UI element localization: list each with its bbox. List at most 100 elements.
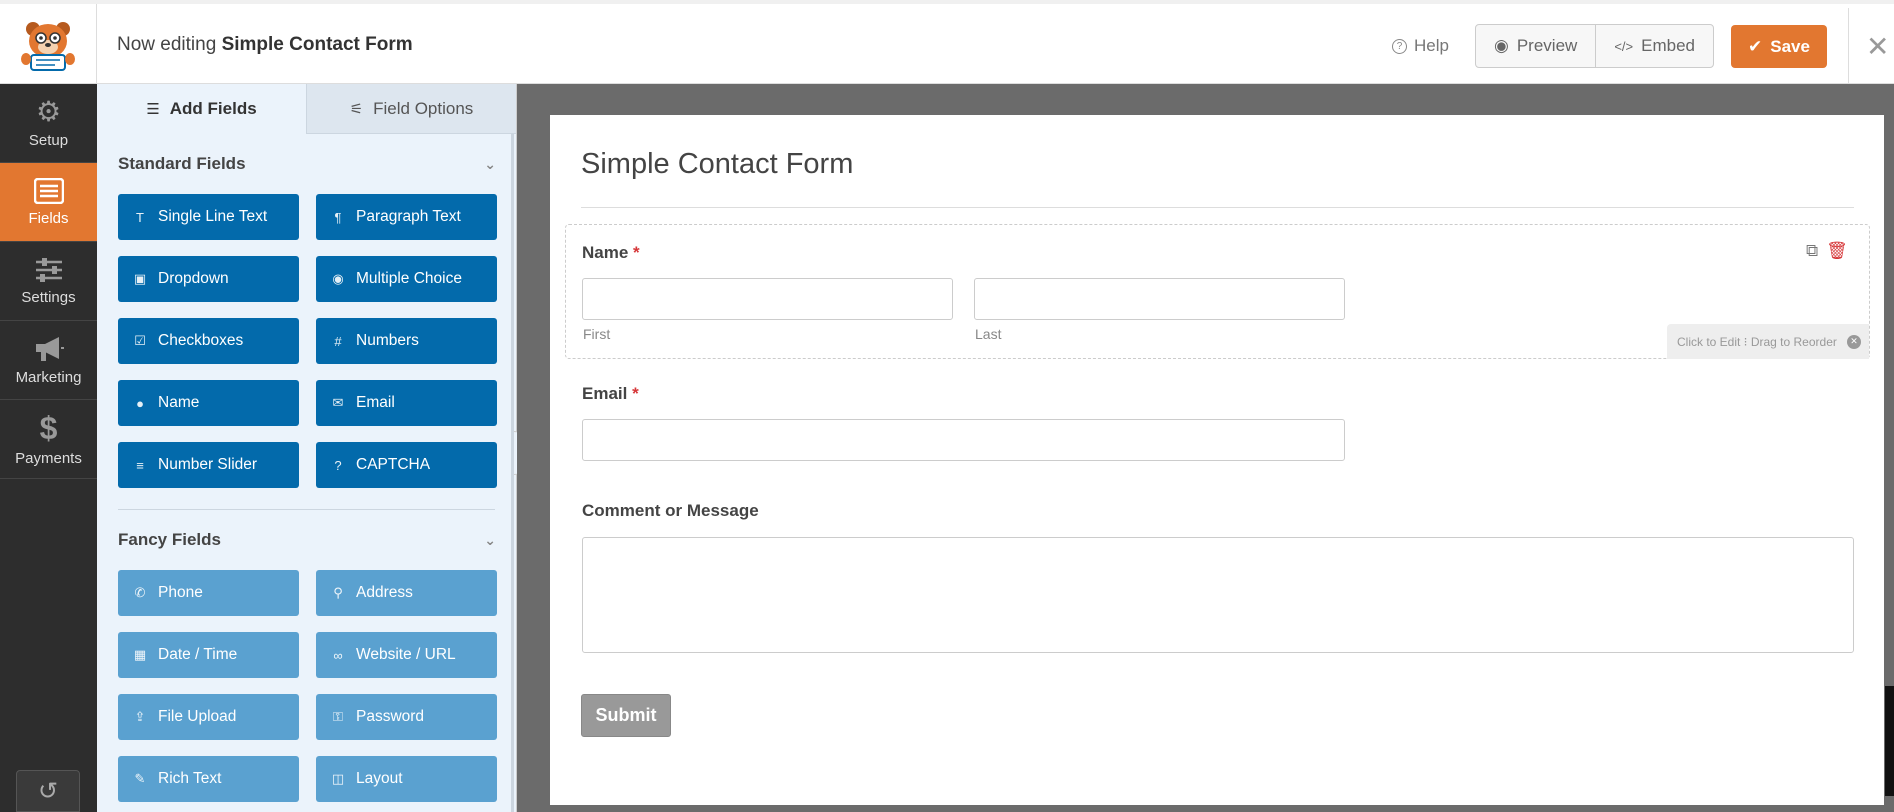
phone-icon: ✆ bbox=[134, 585, 146, 600]
field-button-paragraph-text[interactable]: ¶ Paragraph Text bbox=[316, 194, 497, 240]
sidebar-item-label: Fields bbox=[28, 209, 69, 227]
dollar-icon: $ bbox=[39, 409, 58, 446]
map-pin-icon: ⚲ bbox=[333, 585, 343, 600]
field-button-checkboxes[interactable]: ☑ Checkboxes bbox=[118, 318, 299, 364]
required-asterisk: * bbox=[632, 384, 639, 403]
preview-button[interactable]: ◉ Preview bbox=[1476, 25, 1595, 67]
chevron-down-icon: ⌄ bbox=[484, 531, 496, 548]
preview-embed-group: ◉ Preview </> Embed bbox=[1475, 24, 1714, 68]
field-label: Layout bbox=[356, 770, 403, 787]
field-button-numbers[interactable]: # Numbers bbox=[316, 318, 497, 364]
close-hint-icon[interactable]: ✕ bbox=[1847, 334, 1861, 349]
editing-prefix: Now editing bbox=[117, 34, 217, 55]
required-asterisk: * bbox=[633, 243, 640, 262]
editing-title: Now editing Simple Contact Form bbox=[117, 34, 413, 56]
slider-icon: ≡ bbox=[136, 457, 144, 473]
embed-button[interactable]: </> Embed bbox=[1595, 25, 1713, 67]
field-button-rich-text[interactable]: ✎ Rich Text bbox=[118, 756, 299, 802]
section-title: Standard Fields bbox=[118, 154, 246, 173]
field-button-name[interactable]: ● Name bbox=[118, 380, 299, 426]
field-button-website-url[interactable]: ∞ Website / URL bbox=[316, 632, 497, 678]
standard-fields-grid: T Single Line Text ¶ Paragraph Text ▣ Dropd… bbox=[97, 194, 516, 488]
field-button-number-slider[interactable]: ≡ Number Slider bbox=[118, 442, 299, 488]
list-icon bbox=[33, 177, 64, 204]
field-button-dropdown[interactable]: ▣ Dropdown bbox=[118, 256, 299, 302]
sidebar-item-setup[interactable]: ⚙ Setup bbox=[0, 84, 97, 163]
last-name-input[interactable] bbox=[974, 278, 1345, 320]
form-title: Simple Contact Form bbox=[581, 148, 854, 180]
sidebar-item-payments[interactable]: $ Payments bbox=[0, 400, 97, 479]
wpforms-logo bbox=[0, 4, 97, 84]
code-icon: </> bbox=[1614, 38, 1634, 54]
duplicate-icon[interactable]: ⧉ bbox=[1806, 241, 1818, 261]
sidebar-item-marketing[interactable]: Marketing bbox=[0, 321, 97, 400]
standard-fields-toggle[interactable]: Standard Fields ⌄ bbox=[97, 134, 516, 194]
field-label: Dropdown bbox=[158, 270, 229, 287]
close-icon[interactable]: ✕ bbox=[1866, 30, 1889, 63]
tab-field-options[interactable]: ⚟ Field Options bbox=[307, 84, 516, 134]
fancy-fields-grid: ✆ Phone ⚲ Address ▦ Date / Time ∞ Website / … bbox=[97, 570, 516, 802]
form-name: Simple Contact Form bbox=[221, 34, 413, 55]
field-label: Email bbox=[356, 394, 395, 411]
hash-icon: # bbox=[334, 333, 342, 349]
first-sublabel: First bbox=[583, 326, 611, 342]
field-label: Single Line Text bbox=[158, 208, 268, 225]
calendar-icon: ▦ bbox=[133, 647, 147, 662]
field-label: Phone bbox=[158, 584, 203, 601]
preview-label: Preview bbox=[1516, 36, 1578, 55]
trash-icon[interactable]: 🗑 bbox=[1826, 241, 1848, 261]
last-sublabel: Last bbox=[975, 326, 1002, 342]
edge-toolbar bbox=[1885, 686, 1894, 796]
comment-label: Comment or Message bbox=[582, 501, 759, 520]
sidebar-item-label: Settings bbox=[21, 288, 76, 306]
email-label: Email * bbox=[582, 384, 639, 404]
field-label: Address bbox=[356, 584, 413, 601]
field-label: Paragraph Text bbox=[356, 208, 461, 225]
fancy-fields-toggle[interactable]: Fancy Fields ⌄ bbox=[97, 510, 516, 570]
field-button-password[interactable]: ⚿ Password bbox=[316, 694, 497, 740]
gear-icon: ⚙ bbox=[35, 95, 62, 127]
field-button-address[interactable]: ⚲ Address bbox=[316, 570, 497, 616]
envelope-icon: ✉ bbox=[332, 395, 344, 410]
field-label: Rich Text bbox=[158, 770, 222, 787]
field-label-text: Name bbox=[582, 243, 629, 262]
submit-button[interactable]: Submit bbox=[581, 694, 671, 737]
revisions-history-icon[interactable]: ↺ bbox=[16, 770, 80, 812]
builder-sidebar: ⚙ Setup Fields Settings Marketing $ Paym… bbox=[0, 84, 97, 812]
comment-textarea[interactable] bbox=[582, 537, 1854, 653]
radio-icon: ◉ bbox=[332, 271, 344, 286]
field-label: Numbers bbox=[356, 332, 419, 349]
help-label: Help bbox=[1414, 36, 1449, 55]
sidebar-item-fields[interactable]: Fields bbox=[0, 163, 97, 242]
tab-add-fields[interactable]: ☰ Add Fields bbox=[97, 84, 307, 134]
field-button-file-upload[interactable]: ⇪ File Upload bbox=[118, 694, 299, 740]
sliders-icon bbox=[35, 257, 62, 282]
field-button-layout[interactable]: ◫ Layout bbox=[316, 756, 497, 802]
dropdown-icon: ▣ bbox=[133, 271, 147, 286]
field-button-date-time[interactable]: ▦ Date / Time bbox=[118, 632, 299, 678]
field-button-email[interactable]: ✉ Email bbox=[316, 380, 497, 426]
field-button-captcha[interactable]: ? CAPTCHA bbox=[316, 442, 497, 488]
edit-icon: ✎ bbox=[134, 771, 146, 786]
chevron-down-icon: ⌄ bbox=[484, 155, 496, 172]
sidebar-item-settings[interactable]: Settings bbox=[0, 242, 97, 321]
tab-label: Field Options bbox=[373, 98, 474, 118]
field-button-single-line-text[interactable]: T Single Line Text bbox=[118, 194, 299, 240]
megaphone-icon bbox=[35, 336, 64, 361]
sidebar-item-label: Payments bbox=[15, 449, 82, 467]
title-divider bbox=[581, 207, 1854, 208]
section-title: Fancy Fields bbox=[118, 530, 221, 549]
field-actions: ⧉ 🗑 bbox=[1806, 241, 1848, 261]
email-input[interactable] bbox=[582, 419, 1345, 461]
bear-mascot-icon bbox=[21, 22, 75, 71]
field-label: Number Slider bbox=[158, 456, 258, 473]
save-button[interactable]: ✔ Save bbox=[1731, 25, 1827, 68]
field-button-multiple-choice[interactable]: ◉ Multiple Choice bbox=[316, 256, 497, 302]
help-button[interactable]: ? Help bbox=[1392, 36, 1449, 56]
save-label: Save bbox=[1770, 36, 1810, 56]
first-name-input[interactable] bbox=[582, 278, 953, 320]
field-button-phone[interactable]: ✆ Phone bbox=[118, 570, 299, 616]
text-icon: T bbox=[136, 209, 144, 225]
sliders-icon: ⚟ bbox=[349, 100, 364, 118]
embed-label: Embed bbox=[1641, 36, 1695, 55]
